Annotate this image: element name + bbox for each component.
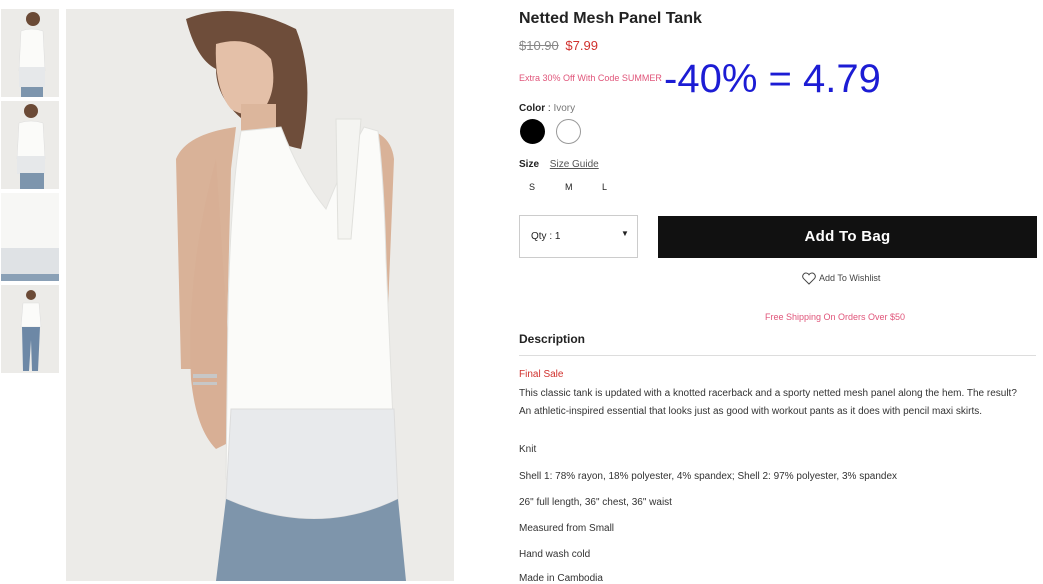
add-to-bag-button[interactable]: Add To Bag <box>658 216 1037 258</box>
sale-price: $7.99 <box>565 38 598 53</box>
description-heading: Description <box>519 332 586 346</box>
original-price: $10.90 <box>519 38 559 53</box>
product-title: Netted Mesh Panel Tank <box>519 10 702 27</box>
thumbnail-1[interactable] <box>1 9 59 97</box>
size-option-m[interactable]: M <box>565 182 573 192</box>
color-swatch-ivory[interactable] <box>556 119 581 144</box>
color-label-row: Color : Ivory <box>519 103 575 114</box>
thumbnail-3[interactable] <box>1 193 59 281</box>
description-body: This classic tank is updated with a knot… <box>519 388 1017 417</box>
color-label: Color <box>519 103 546 114</box>
thumbnail-4[interactable] <box>1 285 59 373</box>
free-shipping-notice: Free Shipping On Orders Over $50 <box>765 312 906 322</box>
promo-text: Extra 30% Off With Code SUMMER <box>519 73 662 83</box>
price-row: $10.90 $7.99 <box>519 38 598 53</box>
wishlist-label: Add To Wishlist <box>819 272 881 283</box>
thumbnail-2[interactable] <box>1 101 59 189</box>
thumbnail-list <box>1 9 59 377</box>
size-label-row: Size Size Guide <box>519 159 599 170</box>
quantity-value: Qty : 1 <box>531 231 561 242</box>
description-divider <box>519 355 1036 356</box>
size-option-l[interactable]: L <box>602 182 607 192</box>
caret-down-icon: ▼ <box>621 229 629 238</box>
spec-item: Made in Cambodia <box>519 573 603 584</box>
spec-item: Knit <box>519 444 537 455</box>
spec-item: Shell 1: 78% rayon, 18% polyester, 4% sp… <box>519 471 898 482</box>
spec-item: Measured from Small <box>519 523 615 534</box>
spec-item: 26" full length, 36" chest, 36" waist <box>519 497 672 508</box>
heart-icon <box>802 272 816 285</box>
size-label: Size <box>519 159 540 170</box>
color-swatch-black[interactable] <box>520 119 545 144</box>
size-option-s[interactable]: S <box>529 182 535 192</box>
color-separator: : <box>547 103 551 114</box>
spec-item: Hand wash cold <box>519 549 591 560</box>
quantity-select[interactable]: Qty : 1 ▼ <box>519 215 638 258</box>
size-guide-link[interactable]: Size Guide <box>550 159 599 170</box>
main-product-image <box>66 9 454 581</box>
add-to-wishlist-link[interactable]: Add To Wishlist <box>802 272 880 285</box>
selected-color: Ivory <box>553 103 576 114</box>
price-annotation: -40% = 4.79 <box>664 57 881 101</box>
final-sale-label: Final Sale <box>519 369 564 380</box>
